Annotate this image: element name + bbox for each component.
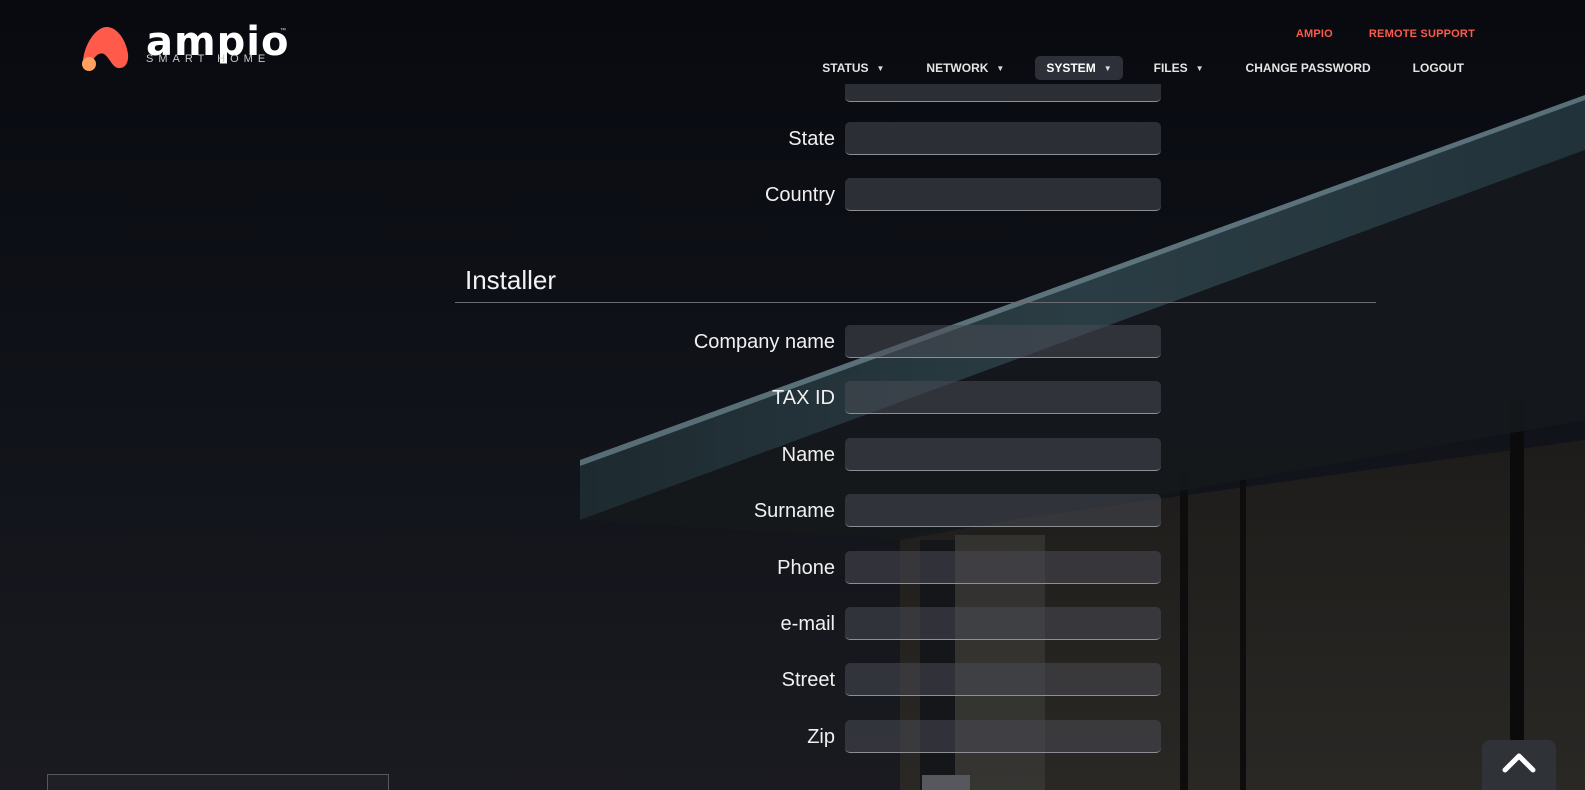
zip-input[interactable] [845,720,1161,753]
remote-support-link[interactable]: REMOTE SUPPORT [1369,28,1475,40]
caret-down-icon: ▼ [1103,63,1112,73]
street-label: Street [781,669,835,691]
ampio-logo[interactable]: ampio ™ SMART HOME [80,22,290,74]
scroll-to-top-button[interactable] [1482,740,1556,790]
state-label: State [788,128,835,150]
tax-id-label: TAX ID [772,387,835,409]
window-top-border [0,0,1585,6]
tax-id-row: TAX ID [455,381,1165,417]
ampio-link[interactable]: AMPIO [1296,28,1333,40]
app-window: ampio ™ SMART HOME AMPIO REMOTE SUPPORT … [0,0,1585,790]
state-input[interactable] [845,122,1161,155]
nav-system[interactable]: SYSTEM ▼ [1035,56,1123,80]
email-label: e-mail [780,613,835,635]
name-label: Name [781,444,835,466]
email-row: e-mail [455,607,1165,643]
caret-down-icon: ▼ [996,63,1005,73]
surname-row: Surname [455,494,1165,530]
company-name-input[interactable] [845,325,1161,358]
surname-label: Surname [753,500,835,522]
email-input[interactable] [845,607,1161,640]
nav-label: FILES [1153,61,1188,75]
tax-id-input[interactable] [845,381,1161,414]
nav-logout[interactable]: LOGOUT [1402,56,1475,80]
nav-label: SYSTEM [1046,61,1096,75]
ampio-logo-icon [82,27,129,71]
nav-label: NETWORK [926,61,989,75]
name-input[interactable] [845,438,1161,471]
nav-change-password[interactable]: CHANGE PASSWORD [1235,56,1382,80]
top-links: AMPIO REMOTE SUPPORT [1296,28,1475,40]
phone-input[interactable] [845,551,1161,584]
brand-tagline: SMART HOME [146,53,271,65]
nav-label: STATUS [822,61,869,75]
phone-row: Phone [455,551,1165,587]
caret-down-icon: ▼ [1195,63,1204,73]
zip-row: Zip [455,720,1165,756]
caret-down-icon: ▼ [876,63,885,73]
country-label: Country [764,184,835,206]
nav-status[interactable]: STATUS ▼ [811,56,895,80]
name-row: Name [455,438,1165,474]
state-row: State [455,122,1165,158]
surname-input[interactable] [845,494,1161,527]
nav-label: CHANGE PASSWORD [1245,61,1371,75]
street-row: Street [455,663,1165,699]
zip-label: Zip [807,726,835,748]
main-nav: STATUS ▼ NETWORK ▼ SYSTEM ▼ FILES ▼ CHAN… [791,56,1475,80]
company-name-row: Company name [455,325,1165,361]
nav-network[interactable]: NETWORK ▼ [915,56,1015,80]
section-divider [455,302,1376,303]
chevron-up-icon [1502,753,1536,773]
city-field-partial[interactable] [845,84,1161,102]
installer-section-title: Installer [465,265,557,295]
horizontal-scrollbar-thumb[interactable] [922,775,970,790]
phone-label: Phone [777,557,835,579]
company-name-label: Company name [693,331,835,353]
country-input[interactable] [845,178,1161,211]
nav-label: LOGOUT [1412,61,1464,75]
taskbar-fragment [47,774,389,790]
country-row: Country [455,178,1165,214]
nav-files[interactable]: FILES ▼ [1143,56,1215,80]
street-input[interactable] [845,663,1161,696]
trademark-symbol: ™ [280,28,286,34]
